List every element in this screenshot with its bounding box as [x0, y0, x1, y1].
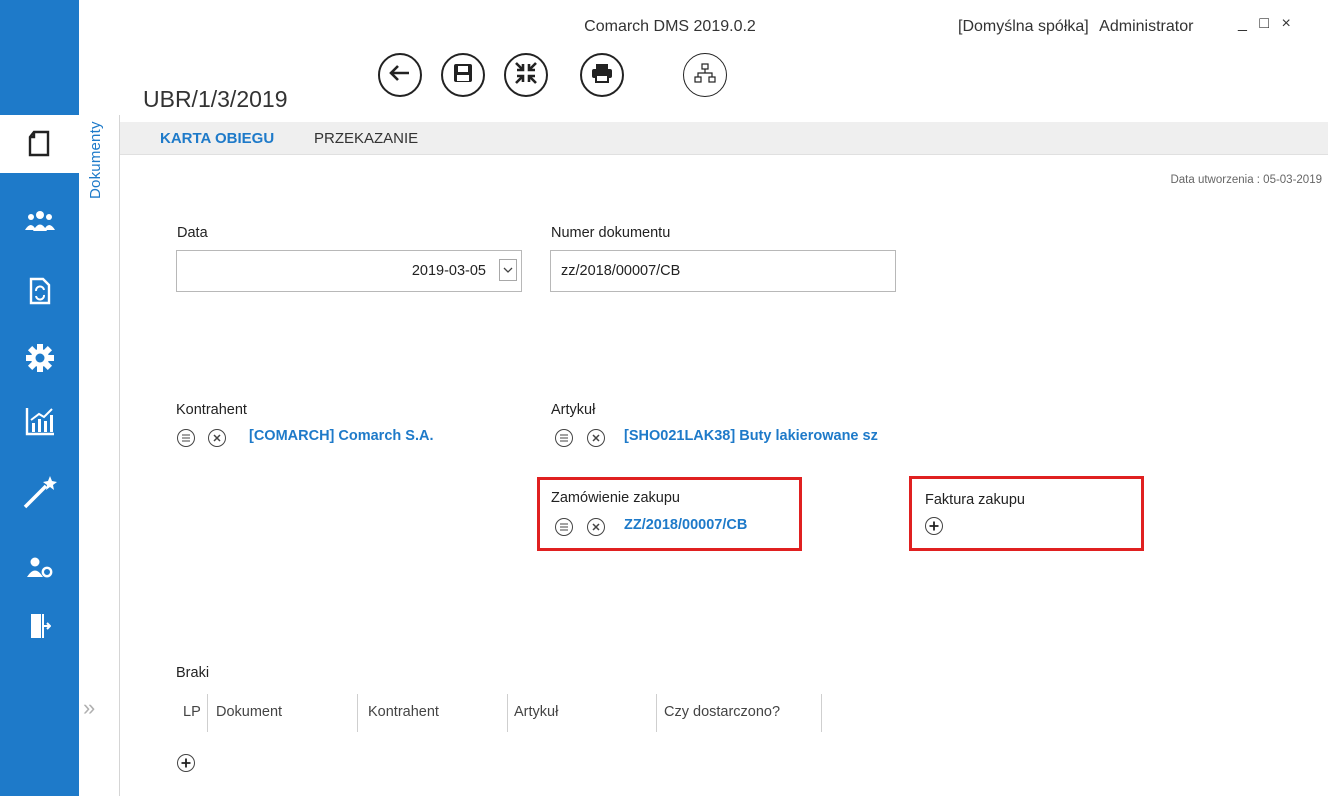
nav-logout-button[interactable]: [0, 597, 79, 655]
column-header-lp[interactable]: LP: [183, 704, 201, 720]
column-header-czy-dostarczono[interactable]: Czy dostarczono?: [664, 704, 780, 720]
bar-chart-icon: [25, 406, 55, 436]
date-value: 2019-03-05: [411, 263, 486, 279]
workflow-diagram-button[interactable]: [683, 53, 727, 97]
list-icon[interactable]: [555, 429, 573, 447]
clear-icon[interactable]: [587, 429, 605, 447]
clear-icon[interactable]: [208, 429, 226, 447]
nav-reports-button[interactable]: [0, 392, 79, 450]
date-label: Data: [177, 225, 208, 241]
doc-number-label: Numer dokumentu: [551, 225, 671, 241]
list-icon[interactable]: [177, 429, 195, 447]
chevron-down-icon[interactable]: [499, 259, 517, 281]
doc-number-input[interactable]: zz/2018/00007/CB: [550, 250, 896, 292]
tab-karta-obiegu[interactable]: KARTA OBIEGU: [160, 130, 274, 147]
braki-label: Braki: [176, 665, 210, 681]
column-separator: [207, 694, 208, 732]
user-name[interactable]: Administrator: [1099, 18, 1193, 35]
column-separator: [507, 694, 508, 732]
nav-users-button[interactable]: [0, 192, 79, 250]
document-refresh-icon: [29, 277, 51, 305]
purchase-order-link[interactable]: ZZ/2018/00007/CB: [624, 517, 747, 533]
add-row-icon[interactable]: [177, 754, 195, 772]
floppy-disk-icon: [453, 63, 473, 88]
doc-number-value: zz/2018/00007/CB: [561, 263, 681, 279]
purchase-invoice-label: Faktura zakupu: [925, 492, 1025, 508]
purchase-order-label: Zamówienie zakupu: [551, 490, 680, 506]
back-button[interactable]: [378, 53, 422, 97]
magic-wand-icon: [22, 474, 58, 510]
column-header-artykul[interactable]: Artykuł: [514, 704, 558, 720]
contractor-link[interactable]: [COMARCH] Comarch S.A.: [249, 428, 433, 444]
article-label: Artykuł: [551, 402, 596, 418]
tab-przekazanie[interactable]: PRZEKAZANIE: [314, 130, 418, 147]
users-group-icon: [24, 210, 55, 232]
column-separator: [656, 694, 657, 732]
creation-date: Data utworzenia : 05-03-2019: [1170, 174, 1322, 186]
arrow-left-icon: [389, 64, 411, 87]
nav-user-settings-button[interactable]: [0, 538, 79, 596]
user-area: [Domyślna spółka] Administrator: [958, 18, 1193, 36]
date-picker[interactable]: 2019-03-05: [176, 250, 522, 292]
clear-icon[interactable]: [587, 518, 605, 536]
list-icon[interactable]: [555, 518, 573, 536]
section-label[interactable]: Dokumenty: [87, 121, 104, 239]
collapse-button[interactable]: [504, 53, 548, 97]
main-navigation: [0, 0, 79, 796]
add-icon[interactable]: [925, 517, 943, 535]
contractor-label: Kontrahent: [176, 402, 247, 418]
column-separator: [357, 694, 358, 732]
nav-workflow-document-button[interactable]: [0, 262, 79, 320]
purchase-invoice-highlight: [909, 476, 1144, 551]
column-header-kontrahent[interactable]: Kontrahent: [368, 704, 439, 720]
gear-icon: [25, 343, 55, 373]
nav-wizard-button[interactable]: [0, 463, 79, 521]
print-button[interactable]: [580, 53, 624, 97]
column-header-dokument[interactable]: Dokument: [216, 704, 282, 720]
section-strip: Dokumenty »: [79, 115, 120, 796]
purchase-order-highlight: [537, 477, 802, 551]
article-link[interactable]: [SHO021LAK38] Buty lakierowane sz: [624, 428, 898, 444]
document-title: UBR/1/3/2019: [143, 86, 288, 112]
user-gear-icon: [26, 556, 53, 578]
window-controls[interactable]: _ □ ×: [1238, 15, 1295, 33]
company-name[interactable]: [Domyślna spółka]: [958, 18, 1089, 35]
save-button[interactable]: [441, 53, 485, 97]
expand-chevron-icon[interactable]: »: [83, 695, 95, 721]
printer-icon: [591, 63, 613, 88]
nav-settings-button[interactable]: [0, 329, 79, 387]
sitemap-icon: [694, 62, 716, 88]
nav-documents-button[interactable]: [0, 115, 79, 173]
documents-icon: [26, 129, 54, 159]
tab-bar: KARTA OBIEGU PRZEKAZANIE: [120, 122, 1328, 155]
exit-door-icon: [29, 612, 51, 640]
app-title: Comarch DMS 2019.0.2: [584, 18, 756, 35]
column-separator: [821, 694, 822, 732]
collapse-arrows-icon: [514, 61, 538, 90]
